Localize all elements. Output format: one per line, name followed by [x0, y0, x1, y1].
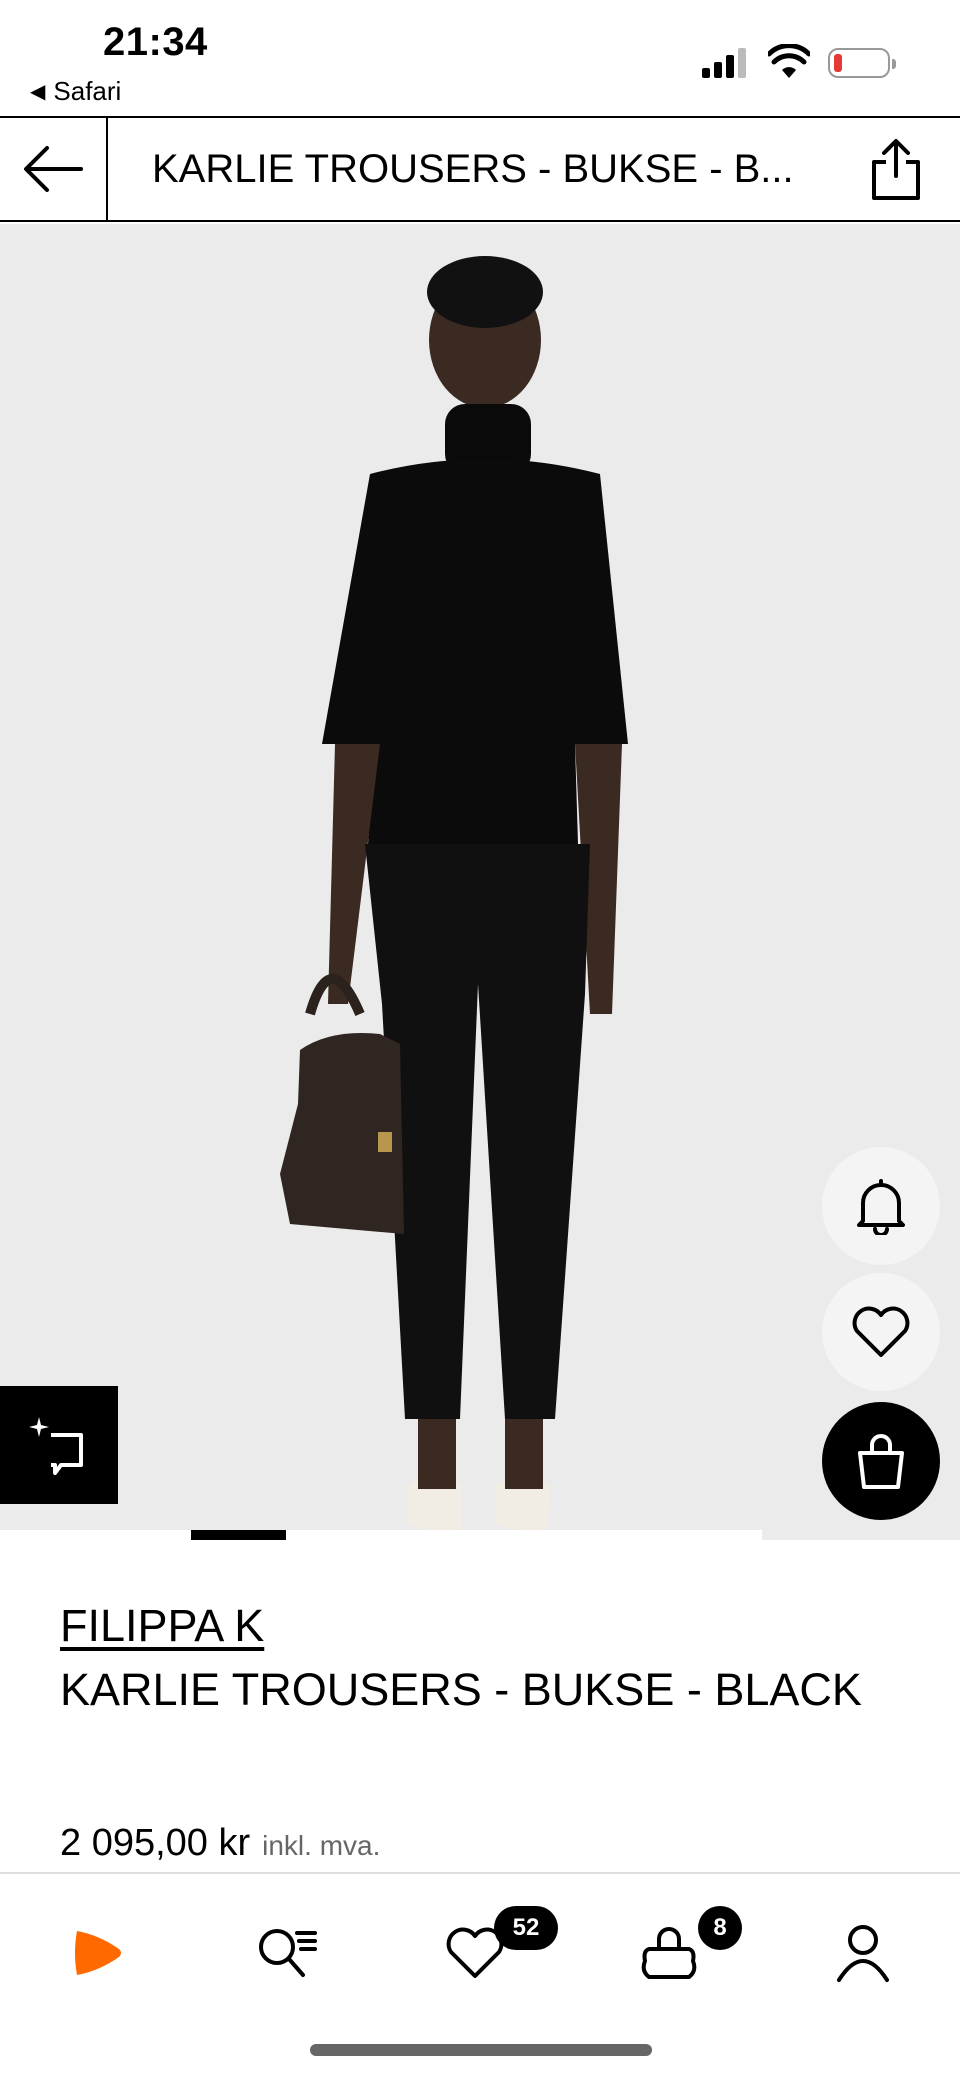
- search-icon: [259, 1929, 317, 1977]
- product-header: KARLIE TROUSERS - BUKSE - B...: [0, 116, 960, 222]
- profile-icon: [837, 1925, 889, 1982]
- cellular-signal-icon: [702, 48, 752, 78]
- zalando-logo-icon: [75, 1931, 121, 1975]
- status-time: 21:34: [103, 20, 208, 64]
- nav-home[interactable]: [52, 1908, 142, 1998]
- sketch-button[interactable]: [0, 1386, 118, 1504]
- wishlist-button[interactable]: [822, 1273, 940, 1391]
- brand-link[interactable]: FILIPPA K: [60, 1600, 264, 1652]
- wishlist-count-badge: 52: [494, 1906, 558, 1950]
- wifi-icon: [768, 44, 810, 78]
- bell-icon: [857, 1179, 905, 1235]
- back-triangle-icon: ◀: [30, 81, 46, 103]
- back-arrow-icon: [24, 146, 83, 192]
- image-carousel-indicator: [0, 1530, 960, 1540]
- price: 2 095,00 kr: [60, 1822, 251, 1864]
- product-image[interactable]: [0, 224, 960, 1540]
- price-note: inkl. mva.: [262, 1830, 381, 1861]
- sketch-icon: [29, 1417, 83, 1475]
- carousel-track: [0, 1530, 762, 1540]
- carousel-active-indicator: [191, 1530, 286, 1540]
- home-indicator: [310, 2044, 652, 2056]
- share-icon[interactable]: [868, 138, 924, 202]
- notify-button[interactable]: [822, 1147, 940, 1265]
- bottom-navigation: 52 8: [0, 1872, 960, 2078]
- product-name: KARLIE TROUSERS - BUKSE - BLACK: [60, 1664, 862, 1715]
- heart-icon: [852, 1306, 910, 1357]
- nav-profile[interactable]: [818, 1908, 908, 1998]
- back-app-label: Safari: [53, 76, 122, 106]
- battery-icon: [828, 48, 896, 78]
- model-illustration: [280, 256, 628, 1531]
- cart-icon: [641, 1927, 697, 1979]
- nav-search[interactable]: [242, 1908, 332, 1998]
- shopping-bag-icon: [858, 1434, 904, 1489]
- header-title: KARLIE TROUSERS - BUKSE - B...: [152, 147, 794, 191]
- cart-count-badge: 8: [698, 1906, 742, 1950]
- back-to-app[interactable]: ◀ Safari: [30, 76, 121, 107]
- back-button[interactable]: [0, 118, 108, 220]
- add-to-bag-button[interactable]: [822, 1402, 940, 1520]
- status-bar: 21:34 ◀ Safari: [0, 0, 960, 116]
- price-row: 2 095,00 kr inkl. mva.: [60, 1822, 380, 1865]
